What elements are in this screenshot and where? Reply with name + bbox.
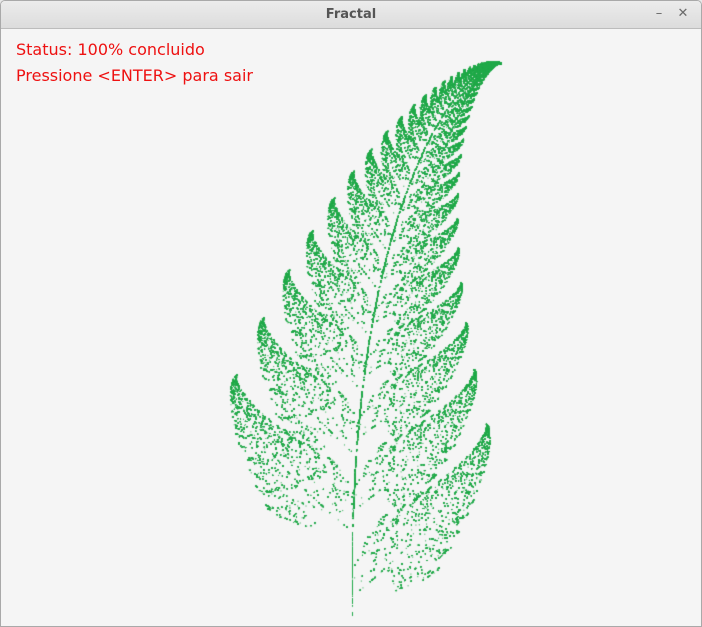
minimize-button[interactable]: – [650, 5, 668, 23]
status-text: Status: 100% concluido [16, 40, 205, 59]
title-bar[interactable]: Fractal – ✕ [1, 1, 701, 29]
close-button[interactable]: ✕ [674, 5, 692, 23]
barnsley-fern-canvas [1, 29, 701, 626]
drawing-canvas-area: Status: 100% concluido Pressione <ENTER>… [1, 29, 701, 626]
instruction-text: Pressione <ENTER> para sair [16, 66, 253, 85]
app-window: Fractal – ✕ Status: 100% concluido Press… [0, 0, 702, 627]
window-title: Fractal [325, 7, 377, 22]
